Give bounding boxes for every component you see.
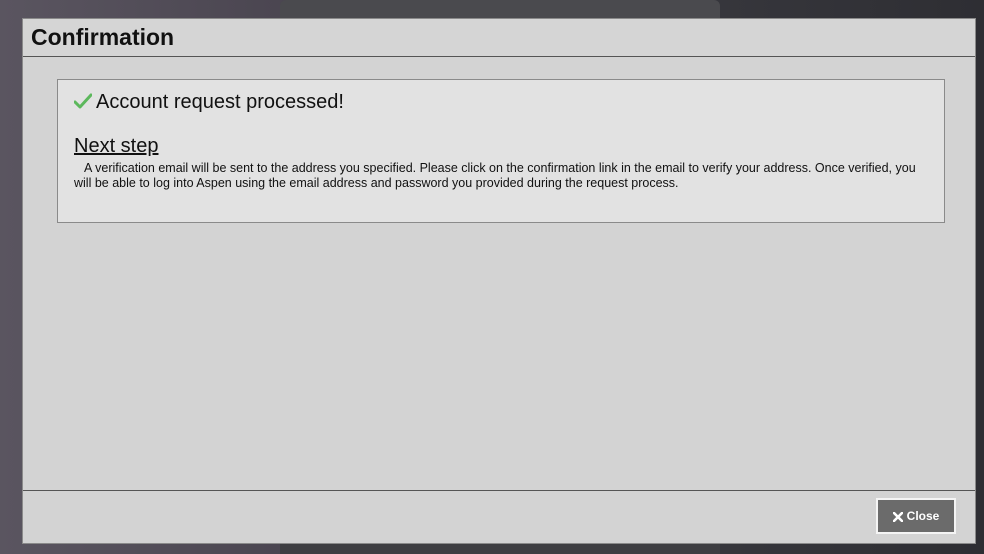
dialog-header: Confirmation [23, 19, 975, 57]
dialog-title: Confirmation [31, 24, 175, 50]
close-button-label: Close [906, 509, 940, 523]
check-icon [73, 92, 93, 109]
close-icon [892, 511, 903, 523]
success-message-text: Account request processed! [96, 91, 344, 113]
confirmation-message-box: Account request processed! Next step A v… [57, 79, 945, 223]
next-step-heading: Next step [74, 135, 159, 157]
next-step-body: A verification email will be sent to the… [74, 161, 916, 190]
backdrop-window-edge-bottom [280, 544, 720, 554]
dialog-footer: Close [23, 490, 975, 543]
backdrop-window-edge [280, 0, 720, 18]
confirmation-dialog: Confirmation Account request processed! … [22, 18, 976, 544]
success-message: Account request processed! [73, 91, 344, 114]
close-button[interactable]: Close [876, 498, 956, 534]
